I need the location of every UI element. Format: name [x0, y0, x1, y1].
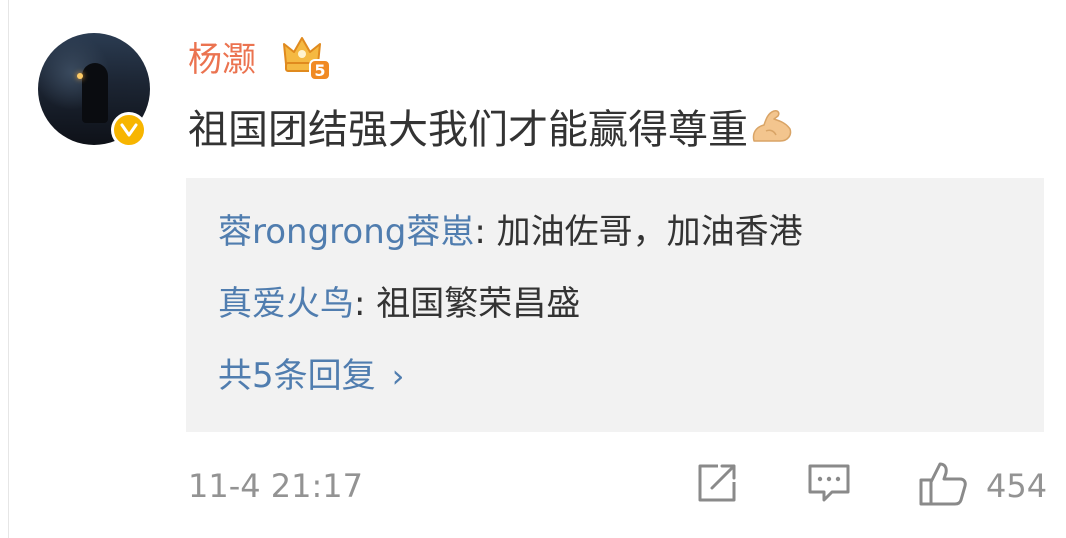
comment-button[interactable]	[806, 460, 852, 508]
username[interactable]: 杨灏	[188, 38, 256, 82]
vip-level: 5	[314, 61, 325, 80]
comment-icon	[808, 464, 850, 502]
reply-text: 加油佐哥，加油香港	[485, 212, 803, 252]
comment-card: 杨灏 5 祖国团结强大我们才能赢得尊重 蓉rongrong蓉崽: 加油佐哥，加油…	[0, 0, 1066, 538]
flexed-biceps-emoji-icon	[750, 107, 794, 160]
like-button[interactable]: 454	[918, 460, 1048, 508]
share-arrow-icon	[698, 464, 736, 502]
post-body: 祖国团结强大我们才能赢得尊重	[188, 107, 748, 153]
thumbs-up-icon	[919, 462, 967, 506]
chevron-right-icon: ›	[391, 357, 405, 395]
replies-panel[interactable]: 蓉rongrong蓉崽: 加油佐哥，加油香港 真爱火鸟: 祖国繁荣昌盛 共5条回…	[186, 178, 1044, 432]
reply-text: 祖国繁荣昌盛	[365, 284, 581, 324]
reply-item[interactable]: 蓉rongrong蓉崽: 加油佐哥，加油香港	[218, 210, 803, 254]
more-replies-link[interactable]: 共5条回复 ›	[218, 354, 404, 398]
reply-separator: :	[354, 284, 366, 324]
share-button[interactable]	[694, 460, 740, 508]
more-replies-label: 共5条回复	[218, 356, 376, 396]
avatar-figure	[82, 63, 108, 123]
verified-badge-icon	[111, 112, 147, 148]
reply-author[interactable]: 真爱火鸟	[218, 284, 354, 324]
avatar-light	[77, 73, 83, 79]
post-text: 祖国团结强大我们才能赢得尊重	[188, 104, 794, 160]
timestamp: 11-4 21:17	[188, 467, 364, 505]
divider	[8, 0, 9, 538]
reply-author[interactable]: 蓉rongrong蓉崽	[218, 212, 474, 252]
like-count: 454	[986, 467, 1048, 505]
vip-badge-icon[interactable]: 5	[280, 32, 332, 82]
reply-separator: :	[474, 212, 486, 252]
reply-item[interactable]: 真爱火鸟: 祖国繁荣昌盛	[218, 282, 580, 326]
